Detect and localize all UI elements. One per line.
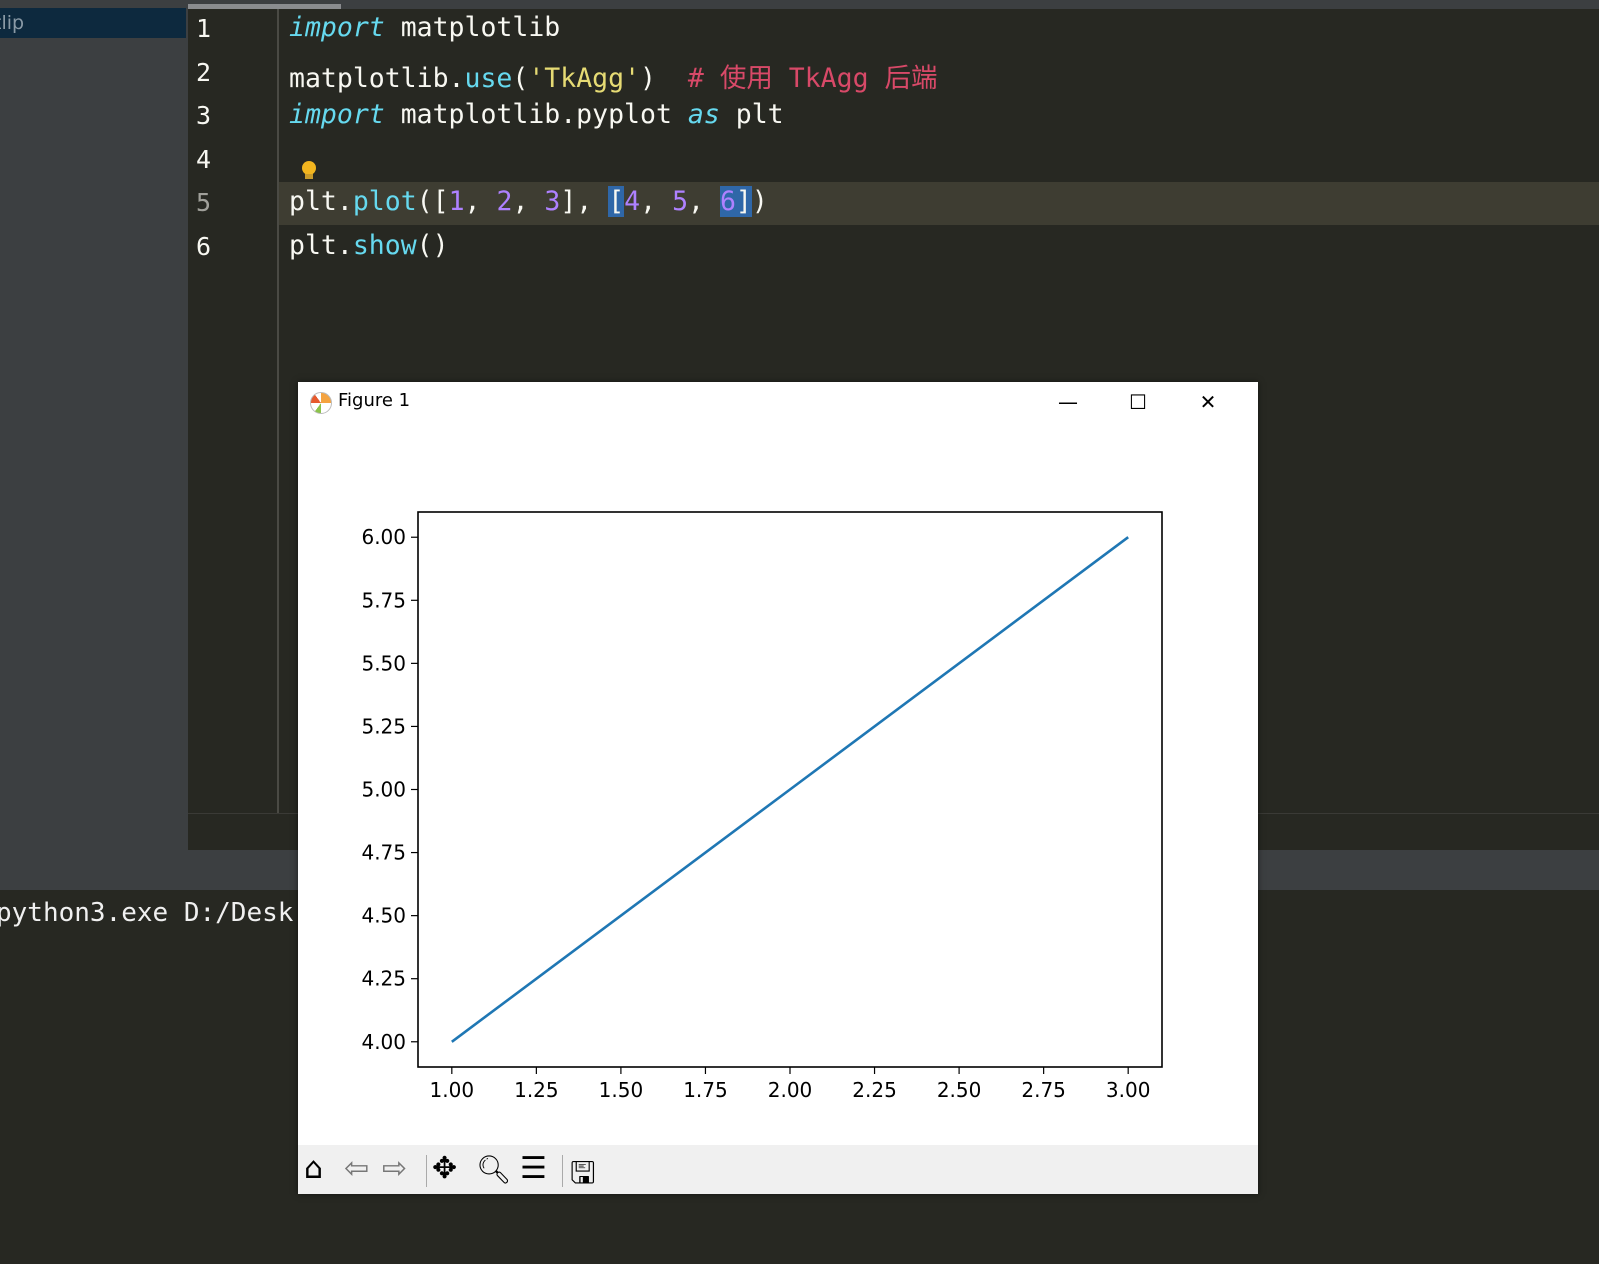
console-output: python3.exe D:/Desk <box>0 898 294 928</box>
y-tick-label: 5.25 <box>361 714 406 738</box>
y-tick-label: 5.50 <box>361 651 406 675</box>
toolbar-separator <box>562 1155 563 1187</box>
lightbulb-icon[interactable] <box>302 161 316 175</box>
line-number: 2 <box>196 58 212 87</box>
x-tick-label: 3.00 <box>1106 1078 1151 1102</box>
x-tick-label: 2.25 <box>852 1078 897 1102</box>
configure-subplots-icon[interactable]: ☰ <box>520 1151 547 1186</box>
forward-icon[interactable]: ⇨ <box>382 1151 407 1186</box>
data-line <box>451 536 1129 1043</box>
x-tick-label: 1.25 <box>514 1078 559 1102</box>
x-tick-label: 2.75 <box>1021 1078 1066 1102</box>
line-number: 1 <box>196 14 212 43</box>
line-number: 6 <box>196 232 212 261</box>
y-tick-label: 4.75 <box>361 841 406 865</box>
code-line-3[interactable]: import matplotlib.pyplot as plt <box>289 99 784 130</box>
x-tick-label: 2.00 <box>768 1078 813 1102</box>
code-line-1[interactable]: import matplotlib <box>289 12 560 43</box>
zoom-icon[interactable]: 🔍︎ <box>476 1153 512 1186</box>
x-tick-label: 1.75 <box>683 1078 728 1102</box>
back-icon[interactable]: ⇦ <box>344 1151 369 1186</box>
navigation-toolbar: ⌂ ⇦ ⇨ ✥ 🔍︎ ☰ 🖫 <box>298 1145 1258 1194</box>
line-number: 3 <box>196 101 212 130</box>
code-line-2[interactable]: matplotlib.use('TkAgg') # 使用 TkAgg 后端 <box>289 56 938 95</box>
x-tick-label: 1.50 <box>599 1078 644 1102</box>
code-line-6[interactable]: plt.show() <box>289 230 449 261</box>
line-number: 4 <box>196 145 212 174</box>
y-tick-label: 4.00 <box>361 1030 406 1054</box>
sidebar-selected-item[interactable]: tlip <box>0 8 186 38</box>
editor-tabbar <box>188 0 1599 9</box>
y-tick-label: 5.75 <box>361 588 406 612</box>
lightbulb-icon-base <box>305 174 313 179</box>
figure-window: Figure 1 — ☐ ✕ 1.00 1.25 1.50 1.75 2.00 2.25 2… <box>298 382 1258 1194</box>
y-tick-label: 6.00 <box>361 525 406 549</box>
home-icon[interactable]: ⌂ <box>304 1151 323 1186</box>
plot-canvas[interactable]: 1.00 1.25 1.50 1.75 2.00 2.25 2.50 2.75 3.00 4.00… <box>298 382 1258 1145</box>
save-icon[interactable]: 🖫 <box>570 1151 596 1202</box>
x-tick-label: 2.50 <box>937 1078 982 1102</box>
y-tick-label: 4.50 <box>361 904 406 928</box>
code-line-5[interactable]: plt.plot([1, 2, 3], [4, 5, 6]) <box>289 186 768 217</box>
y-tick-label: 4.25 <box>361 967 406 991</box>
project-sidebar <box>0 0 188 850</box>
toolbar-separator <box>426 1155 427 1187</box>
pan-icon[interactable]: ✥ <box>432 1151 457 1186</box>
y-tick-label: 5.00 <box>361 778 406 802</box>
sidebar-item-label: tlip <box>0 12 25 34</box>
line-number: 5 <box>196 188 212 217</box>
x-tick-label: 1.00 <box>430 1078 475 1102</box>
